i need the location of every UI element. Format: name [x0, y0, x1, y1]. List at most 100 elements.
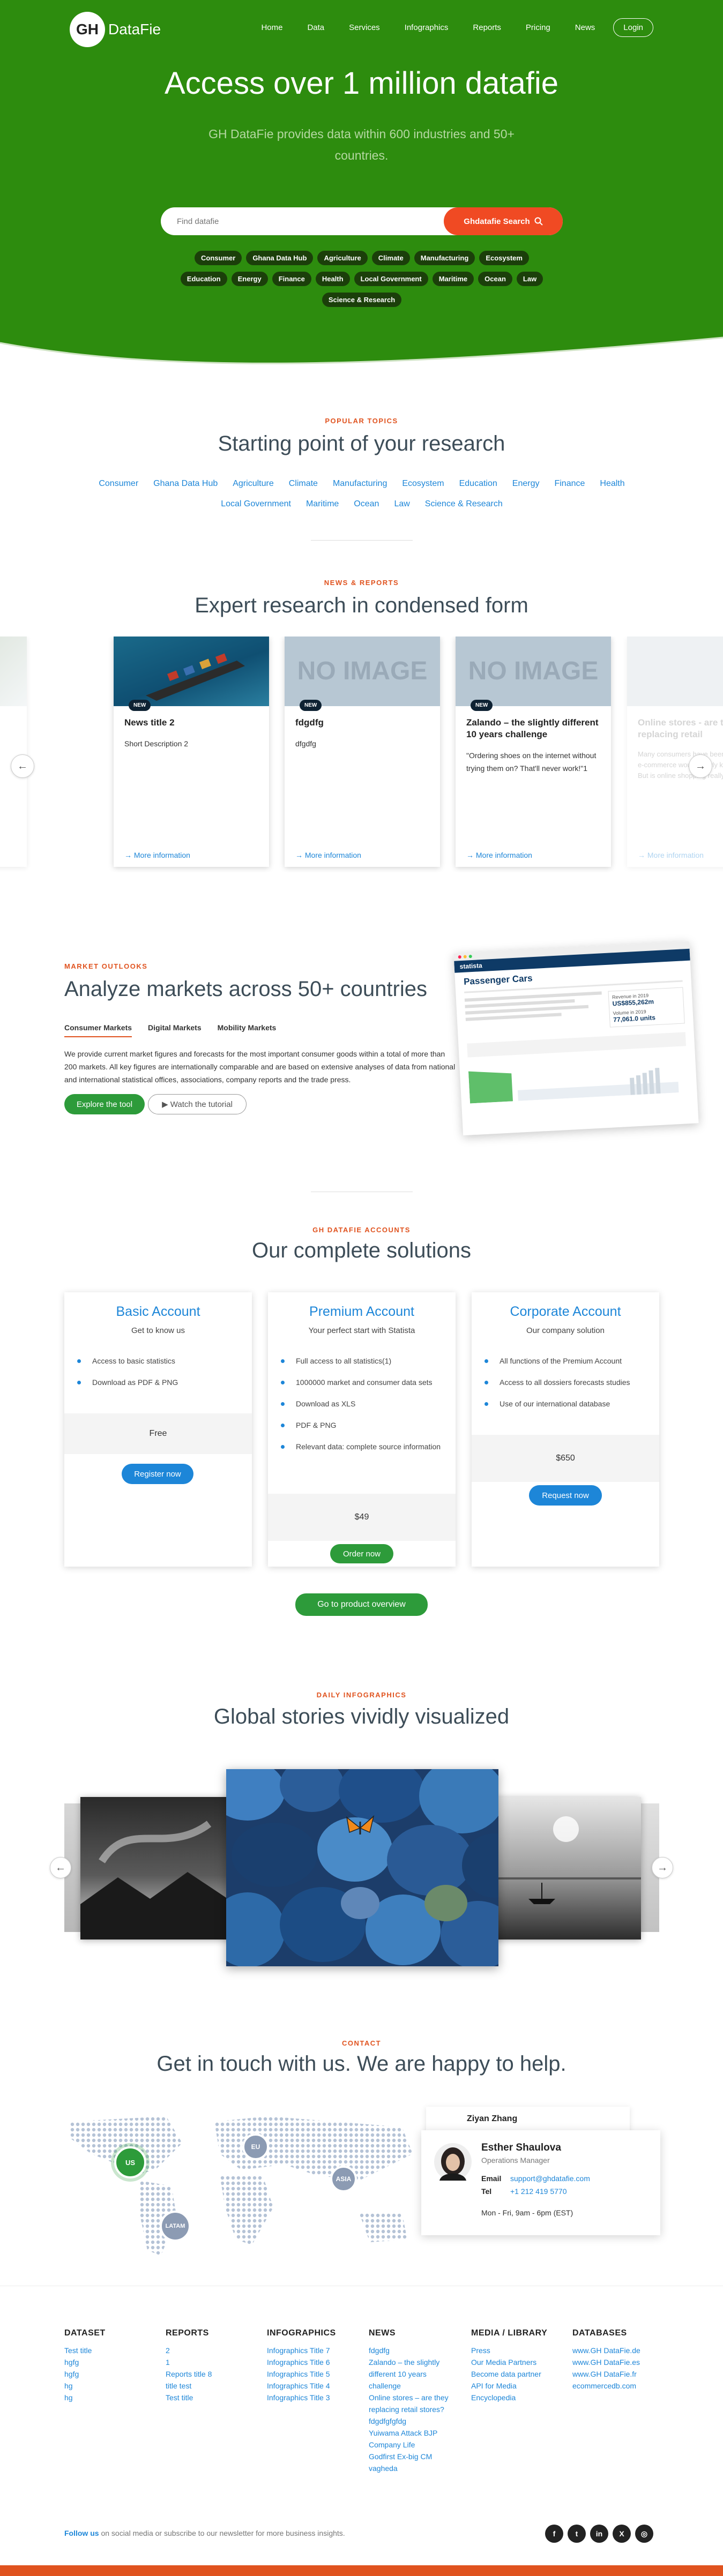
tab-consumer-markets[interactable]: Consumer Markets: [64, 1023, 132, 1037]
footer-link[interactable]: hgfg: [64, 2368, 161, 2380]
region-latam-marker[interactable]: LATAM: [160, 2211, 191, 2242]
topic-local-government[interactable]: Local Government: [221, 499, 291, 509]
logo[interactable]: GH DataFie: [70, 12, 161, 47]
more-information-link[interactable]: → More information: [295, 851, 361, 859]
nav-infographics[interactable]: Infographics: [405, 23, 449, 32]
footer-link[interactable]: Reports title 8: [166, 2368, 262, 2380]
news-card[interactable]: NO IMAGE NEW Zalando – the slightly diff…: [456, 636, 611, 867]
infographic-slide[interactable]: [80, 1797, 236, 1940]
footer-link[interactable]: Encyclopedia: [471, 2392, 568, 2403]
footer-link[interactable]: fdgdfgfgfdg: [369, 2415, 449, 2427]
carousel-prev-button[interactable]: ←: [11, 754, 34, 778]
footer-link[interactable]: www.GH DataFie.fr: [572, 2368, 669, 2380]
request-now-button[interactable]: Request now: [529, 1485, 602, 1506]
footer-link[interactable]: title test: [166, 2380, 262, 2392]
footer-link[interactable]: Infographics Title 6: [267, 2356, 363, 2368]
search-button[interactable]: Ghdatafie Search: [444, 207, 563, 235]
facebook-icon[interactable]: f: [545, 2525, 563, 2543]
region-asia-marker[interactable]: ASIA: [330, 2166, 357, 2192]
news-card-partial-right[interactable]: Online stores - are they replacing retai…: [627, 636, 723, 867]
topic-consumer[interactable]: Consumer: [99, 479, 138, 489]
infographic-slide[interactable]: [486, 1797, 641, 1940]
chip-local-government[interactable]: Local Government: [354, 272, 428, 286]
footer-link[interactable]: Online stores – are they replacing retai…: [369, 2392, 449, 2415]
footer-link[interactable]: Test title: [166, 2392, 262, 2403]
topic-ecosystem[interactable]: Ecosystem: [402, 479, 444, 489]
search-input[interactable]: [161, 207, 444, 235]
footer-link[interactable]: Infographics Title 7: [267, 2345, 363, 2356]
topic-law[interactable]: Law: [394, 499, 409, 509]
topic-science-research[interactable]: Science & Research: [425, 499, 503, 509]
email-link[interactable]: support@ghdatafie.com: [510, 2174, 590, 2183]
topic-health[interactable]: Health: [600, 479, 624, 489]
infographic-slide-active[interactable]: [226, 1769, 498, 1966]
chip-law[interactable]: Law: [516, 272, 543, 286]
topic-education[interactable]: Education: [459, 479, 497, 489]
footer-link[interactable]: hgfg: [64, 2356, 161, 2368]
nav-reports[interactable]: Reports: [473, 23, 501, 32]
region-us-marker[interactable]: US: [114, 2146, 146, 2178]
nav-home[interactable]: Home: [261, 23, 282, 32]
footer-link[interactable]: Godfirst Ex-big CM: [369, 2451, 449, 2462]
footer-link[interactable]: 1: [166, 2356, 262, 2368]
topic-agriculture[interactable]: Agriculture: [233, 479, 273, 489]
chip-science-research[interactable]: Science & Research: [322, 293, 402, 307]
register-now-button[interactable]: Register now: [122, 1464, 193, 1484]
footer-link[interactable]: Yuiwama Attack BJP: [369, 2427, 449, 2439]
twitter-icon[interactable]: t: [568, 2525, 586, 2543]
chip-agriculture[interactable]: Agriculture: [317, 251, 368, 265]
nav-news[interactable]: News: [575, 23, 595, 32]
footer-link[interactable]: www.GH DataFie.de: [572, 2345, 669, 2356]
nav-data[interactable]: Data: [307, 23, 324, 32]
region-eu-marker[interactable]: EU: [242, 2133, 269, 2160]
topic-manufacturing[interactable]: Manufacturing: [333, 479, 387, 489]
linkedin-icon[interactable]: in: [590, 2525, 608, 2543]
more-information-link[interactable]: → More information: [124, 851, 190, 859]
chip-consumer[interactable]: Consumer: [195, 251, 242, 265]
chip-ecosystem[interactable]: Ecosystem: [479, 251, 529, 265]
tab-digital-markets[interactable]: Digital Markets: [148, 1023, 202, 1037]
chip-energy[interactable]: Energy: [231, 272, 268, 286]
footer-link[interactable]: www.GH DataFie.es: [572, 2356, 669, 2368]
tel-link[interactable]: +1 212 419 5770: [510, 2187, 567, 2196]
footer-link[interactable]: Our Media Partners: [471, 2356, 568, 2368]
more-information-link[interactable]: → More information: [638, 851, 704, 859]
topic-climate[interactable]: Climate: [289, 479, 318, 489]
topic-maritime[interactable]: Maritime: [306, 499, 339, 509]
footer-link[interactable]: fdgdfg: [369, 2345, 449, 2356]
chip-finance[interactable]: Finance: [272, 272, 311, 286]
chip-climate[interactable]: Climate: [371, 251, 410, 265]
carousel-next-button[interactable]: →: [689, 754, 712, 778]
chip-health[interactable]: Health: [315, 272, 350, 286]
footer-link[interactable]: Become data partner: [471, 2368, 568, 2380]
footer-link[interactable]: vagheda: [369, 2462, 449, 2474]
tab-mobility-markets[interactable]: Mobility Markets: [218, 1023, 277, 1037]
nav-services[interactable]: Services: [349, 23, 380, 32]
footer-link[interactable]: hg: [64, 2380, 161, 2392]
footer-link[interactable]: hg: [64, 2392, 161, 2403]
footer-link[interactable]: Zalando – the slightly different 10 year…: [369, 2356, 449, 2392]
instagram-icon[interactable]: ◎: [635, 2525, 653, 2543]
product-overview-button[interactable]: Go to product overview: [295, 1593, 428, 1616]
explore-tool-button[interactable]: Explore the tool: [64, 1094, 145, 1114]
more-information-link[interactable]: → More information: [466, 851, 532, 859]
topic-energy[interactable]: Energy: [512, 479, 540, 489]
footer-link[interactable]: ecommercedb.com: [572, 2380, 669, 2392]
footer-link[interactable]: Test title: [64, 2345, 161, 2356]
infographic-prev-button[interactable]: ←: [50, 1857, 71, 1878]
chip-ghana-data-hub[interactable]: Ghana Data Hub: [246, 251, 314, 265]
watch-tutorial-button[interactable]: ▶ Watch the tutorial: [148, 1094, 247, 1114]
chip-ocean[interactable]: Ocean: [478, 272, 512, 286]
footer-link[interactable]: Infographics Title 5: [267, 2368, 363, 2380]
chip-manufacturing[interactable]: Manufacturing: [414, 251, 475, 265]
infographic-next-button[interactable]: →: [652, 1857, 673, 1878]
x-icon[interactable]: X: [613, 2525, 631, 2543]
footer-link[interactable]: Press: [471, 2345, 568, 2356]
footer-link[interactable]: Infographics Title 4: [267, 2380, 363, 2392]
topic-ghana-data-hub[interactable]: Ghana Data Hub: [153, 479, 218, 489]
login-button[interactable]: Login: [613, 18, 653, 37]
footer-link[interactable]: Infographics Title 3: [267, 2392, 363, 2403]
order-now-button[interactable]: Order now: [330, 1544, 393, 1563]
chip-maritime[interactable]: Maritime: [432, 272, 474, 286]
chip-education[interactable]: Education: [180, 272, 227, 286]
